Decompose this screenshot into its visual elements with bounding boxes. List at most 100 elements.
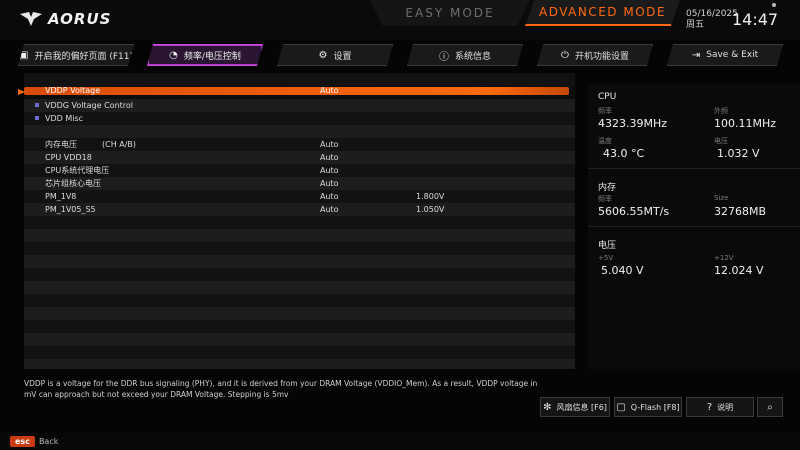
setting-label: VDDP Voltage [45, 86, 101, 95]
v5-label: +5V [598, 254, 614, 262]
exit-icon: ⇥ [691, 49, 701, 61]
hardware-monitor-panel: CPU 频率 4323.39MHz 外频 100.11MHz 温度 43.0 °… [588, 84, 800, 369]
speedometer-icon: ◔ [169, 49, 178, 61]
empty-row [24, 320, 575, 333]
v12-value: 12.024 V [714, 264, 764, 277]
advanced-mode-button[interactable]: ADVANCED MODE [525, 0, 680, 26]
fan-icon: ✻ [543, 401, 552, 413]
tab-label: 开启我的偏好页面 (F11) [34, 51, 133, 62]
aorus-eagle-icon [20, 12, 42, 26]
nav-tabs: ▣ 开启我的偏好页面 (F11) ◔ 频率/电压控制 ⚙ 设置 ⓘ 系统信息 ⏻… [0, 44, 800, 68]
tab-label: 系统信息 [454, 51, 491, 62]
settings-list: VDDG Voltage Control VDD Misc 内存电压 (CH A… [24, 73, 575, 369]
cpu-temp-value: 43.0 °C [603, 147, 645, 160]
clock: 14:47 [732, 10, 779, 29]
date-display: 05/16/2025 周五 [686, 9, 738, 31]
empty-row [24, 294, 575, 307]
tab-label: 开机功能设置 [574, 51, 629, 62]
bios-screen: AORUS EASY MODE ADVANCED MODE 05/16/2025… [0, 0, 800, 450]
qflash-label: Q-Flash [F8] [630, 402, 680, 412]
setting-value: Auto [320, 166, 339, 175]
empty-row [24, 359, 575, 369]
tab-favorites[interactable]: ▣ 开启我的偏好页面 (F11) [18, 44, 134, 66]
gear-icon: ⚙ [318, 49, 328, 61]
setting-label: CPU系统代理电压 [45, 166, 110, 175]
tab-settings[interactable]: ⚙ 设置 [277, 44, 393, 66]
cpu-ext-value: 100.11MHz [714, 117, 777, 130]
setting-row[interactable]: 芯片组核心电压 Auto [24, 177, 575, 190]
setting-value: Auto [320, 153, 339, 162]
submenu-bullet-icon [35, 103, 39, 107]
mem-size-label: Size [714, 194, 729, 202]
setting-label: PM_1V8 [45, 192, 77, 201]
fan-info-button[interactable]: ✻ 风扇信息 [F6] [540, 397, 610, 417]
esc-key-badge: esc [10, 436, 35, 447]
setting-row[interactable]: CPU系统代理电压 Auto [24, 164, 575, 177]
search-button[interactable]: ⌕ [757, 397, 783, 417]
header-bar: AORUS EASY MODE ADVANCED MODE 05/16/2025… [0, 0, 800, 40]
setting-label: CPU VDD18 [45, 153, 92, 162]
setting-current-voltage: 1.050V [416, 205, 445, 214]
tab-label: 设置 [333, 51, 352, 62]
setting-label: 芯片组核心电压 [45, 179, 101, 188]
tab-label: Save & Exit [706, 50, 759, 60]
submenu-label: VDDG Voltage Control [45, 101, 134, 110]
submenu-row[interactable]: VDD Misc [24, 112, 575, 125]
cpu-section-title: CPU [598, 92, 617, 102]
footer-bar: esc Back [0, 433, 800, 450]
selection-arrow-icon [18, 89, 25, 95]
empty-row [24, 346, 575, 359]
submenu-bullet-icon [35, 116, 39, 120]
empty-row [24, 125, 575, 138]
setting-sublabel: (CH A/B) [102, 140, 137, 149]
setting-row[interactable]: CPU VDD18 Auto [24, 151, 575, 164]
cpu-volt-label: 电压 [714, 137, 728, 145]
cpu-freq-label: 频率 [598, 107, 612, 115]
help-label: 说明 [717, 402, 734, 412]
setting-value: Auto [320, 205, 339, 214]
weekday-text: 周五 [686, 20, 705, 30]
setting-value: Auto [320, 86, 339, 95]
help-description: VDDP is a voltage for the DDR bus signal… [24, 379, 538, 399]
tab-save-exit[interactable]: ⇥ Save & Exit [667, 44, 783, 66]
cpu-ext-label: 外频 [714, 107, 728, 115]
empty-row [24, 268, 575, 281]
empty-row [24, 255, 575, 268]
mem-freq-value: 5606.55MT/s [598, 205, 670, 218]
setting-label: PM_1V05_S5 [45, 205, 96, 214]
setting-current-voltage: 1.800V [416, 192, 445, 201]
divider [588, 168, 800, 169]
mem-freq-label: 频率 [598, 195, 612, 203]
tab-system-info[interactable]: ⓘ 系统信息 [407, 44, 523, 66]
help-button[interactable]: ? 说明 [686, 397, 754, 417]
submenu-label: VDD Misc [45, 114, 84, 123]
easy-mode-button[interactable]: EASY MODE [370, 0, 530, 26]
fan-info-label: 风扇信息 [F6] [556, 402, 607, 412]
back-button[interactable]: esc Back [10, 436, 58, 447]
logo-text: AORUS [48, 10, 112, 28]
tab-boot[interactable]: ⏻ 开机功能设置 [537, 44, 653, 66]
tab-label: 频率/电压控制 [183, 51, 241, 62]
setting-row[interactable]: 内存电压 (CH A/B) Auto [24, 138, 575, 151]
submenu-row[interactable]: VDDG Voltage Control [24, 99, 575, 112]
setting-row[interactable]: PM_1V8 Auto 1.800V [24, 190, 575, 203]
divider [588, 226, 800, 227]
memory-section-title: 内存 [598, 183, 617, 193]
search-icon: ⌕ [767, 401, 773, 413]
setting-row[interactable]: PM_1V05_S5 Auto 1.050V [24, 203, 575, 216]
setting-value: Auto [320, 179, 339, 188]
empty-row [24, 242, 575, 255]
indicator-dot [772, 3, 776, 7]
empty-row [24, 229, 575, 242]
empty-row [24, 281, 575, 294]
power-icon: ⏻ [561, 49, 569, 61]
info-icon: ⓘ [438, 51, 449, 63]
qflash-button[interactable]: ▢ Q-Flash [F8] [614, 397, 682, 417]
cpu-freq-value: 4323.39MHz [598, 117, 668, 130]
help-icon: ? [706, 401, 713, 413]
cpu-volt-value: 1.032 V [717, 147, 760, 160]
selected-setting-row[interactable]: VDDP Voltage Auto [18, 86, 569, 95]
tab-frequency-voltage[interactable]: ◔ 频率/电压控制 [147, 44, 263, 66]
back-label: Back [38, 437, 59, 446]
mem-size-value: 32768MB [714, 205, 767, 218]
